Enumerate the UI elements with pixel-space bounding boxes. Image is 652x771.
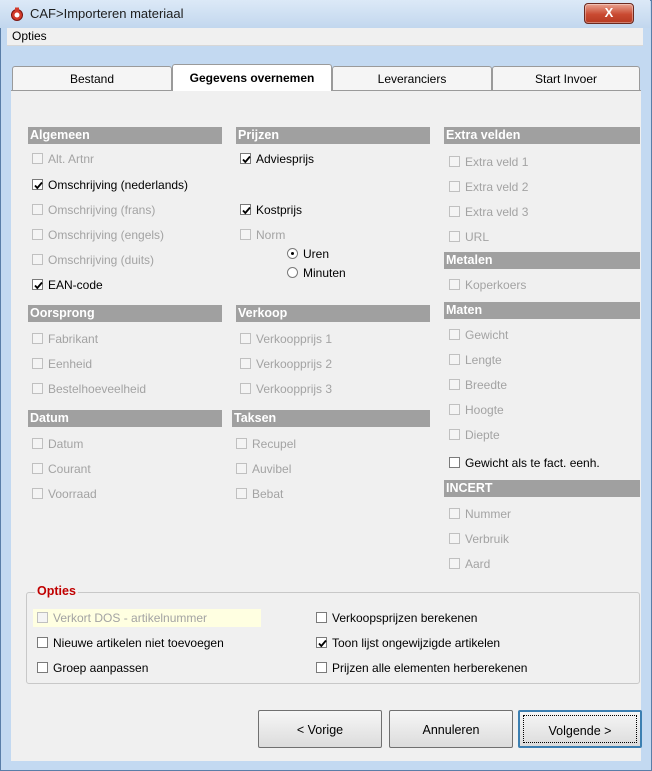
- vorige-button[interactable]: < Vorige: [258, 710, 382, 748]
- checkbox-label: Voorraad: [48, 487, 97, 501]
- opties-group-title: Opties: [35, 584, 78, 598]
- checkbox-label: EAN-code: [48, 278, 103, 292]
- checkbox-label: Verkoopsprijzen berekenen: [332, 611, 478, 625]
- checkbox-label: Verkoopprijs 2: [256, 357, 333, 371]
- checkbox-label: Auvibel: [252, 462, 292, 476]
- checkbox-label: Verbruik: [465, 532, 510, 546]
- checkbox-label: Diepte: [465, 428, 500, 442]
- tab-label: Leveranciers: [377, 72, 447, 86]
- checkbox-label: Nieuwe artikelen niet toevoegen: [53, 636, 224, 650]
- checkbox-label: Alt. Artnr: [48, 152, 95, 166]
- checkbox-label: Extra veld 2: [465, 180, 529, 194]
- button-label: Volgende >: [548, 724, 612, 738]
- section-datum: Datum: [28, 410, 222, 427]
- checkbox-label: Fabrikant: [48, 332, 99, 346]
- section-verkoop: Verkoop: [236, 305, 430, 322]
- checkbox-label: Hoogte: [465, 403, 504, 417]
- checkbox-label: Prijzen alle elementen herberekenen: [332, 661, 528, 675]
- checkbox-label: Omschrijving (engels): [48, 228, 165, 242]
- section-extra-velden: Extra velden: [444, 127, 640, 144]
- radio-label: Minuten: [303, 266, 346, 280]
- checkbox-label: Kostprijs: [256, 203, 303, 217]
- menu-opties[interactable]: Opties: [12, 29, 47, 43]
- checkbox-label: Groep aanpassen: [53, 661, 149, 675]
- section-prijzen: Prijzen: [236, 127, 430, 144]
- check-icon: [316, 637, 327, 648]
- title-bar: CAF>Importeren materiaal X: [0, 0, 650, 28]
- check-icon: [240, 153, 251, 164]
- checkbox-label: Recupel: [252, 437, 297, 451]
- app-icon: [10, 7, 24, 21]
- checkbox-label: Courant: [48, 462, 91, 476]
- checkbox-label: Extra veld 3: [465, 205, 529, 219]
- checkbox-label: URL: [465, 230, 490, 244]
- section-maten: Maten: [444, 302, 640, 319]
- radio-label: Uren: [303, 247, 330, 261]
- volgende-button[interactable]: Volgende >: [518, 710, 642, 748]
- checkbox-label: Koperkoers: [465, 278, 527, 292]
- button-label: Annuleren: [422, 723, 480, 737]
- button-label: < Vorige: [296, 723, 344, 737]
- checkbox-label: Omschrijving (frans): [48, 203, 156, 217]
- section-oorsprong: Oorsprong: [28, 305, 222, 322]
- annuleren-button[interactable]: Annuleren: [389, 710, 513, 748]
- tab-leveranciers[interactable]: Leveranciers: [332, 66, 492, 90]
- section-algemeen: Algemeen: [28, 127, 222, 144]
- tab-gegevens-overnemen[interactable]: Gegevens overnemen: [172, 64, 332, 91]
- tab-start-invoer[interactable]: Start Invoer: [492, 66, 640, 90]
- tab-label: Gegevens overnemen: [189, 71, 315, 85]
- checkbox-label: Bebat: [252, 487, 284, 501]
- tab-bestand[interactable]: Bestand: [12, 66, 172, 90]
- checkbox-label: Verkoopprijs 3: [256, 382, 333, 396]
- tab-label: Bestand: [69, 72, 115, 86]
- checkbox-label: Bestelhoeveelheid: [48, 382, 147, 396]
- menu-bar: Opties: [7, 28, 643, 46]
- checkbox-label: Norm: [256, 228, 286, 242]
- close-icon: X: [604, 5, 614, 20]
- checkbox-label: Toon lijst ongewijzigde artikelen: [332, 636, 501, 650]
- close-button[interactable]: X: [584, 3, 634, 24]
- checkbox-label: Verkort DOS - artikelnummer: [53, 611, 208, 625]
- window-title: CAF>Importeren materiaal: [30, 6, 184, 21]
- checkbox-label: Omschrijving (duits): [48, 253, 155, 267]
- section-incert: INCERT: [444, 480, 640, 497]
- checkbox-label: Breedte: [465, 378, 508, 392]
- checkbox-label: Aard: [465, 557, 491, 571]
- checkbox-label: Eenheid: [48, 357, 93, 371]
- section-taksen: Taksen: [232, 410, 430, 427]
- checkbox-label: Omschrijving (nederlands): [48, 178, 189, 192]
- check-icon: [240, 204, 251, 215]
- checkbox-label: Extra veld 1: [465, 155, 529, 169]
- checkbox-label: Lengte: [465, 353, 502, 367]
- checkbox-label: Datum: [48, 437, 84, 451]
- checkbox-label: Adviesprijs: [256, 152, 315, 166]
- checkbox-label: Verkoopprijs 1: [256, 332, 333, 346]
- checkbox-label: Nummer: [465, 507, 512, 521]
- checkbox-label: Gewicht als te fact. eenh.: [465, 456, 600, 470]
- checkbox-label: Gewicht: [465, 328, 509, 342]
- section-metalen: Metalen: [444, 252, 640, 269]
- check-icon: [32, 179, 43, 190]
- tab-label: Start Invoer: [534, 72, 598, 86]
- check-icon: [32, 279, 43, 290]
